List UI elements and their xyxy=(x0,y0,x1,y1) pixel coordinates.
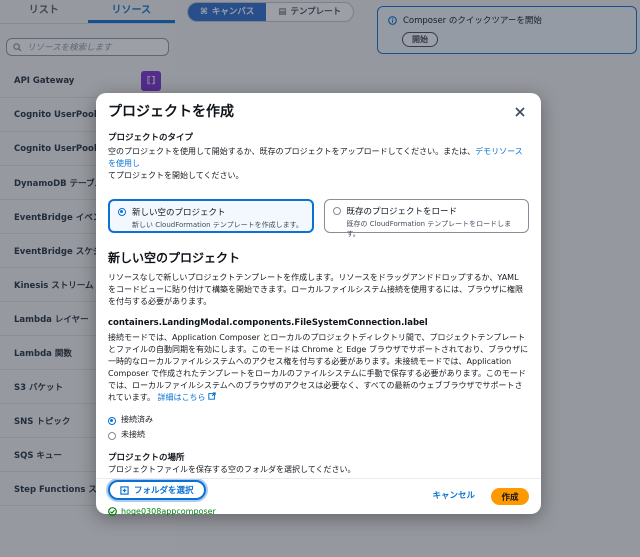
tile-description: 既存の CloudFormation テンプレートをロードします。 xyxy=(346,220,512,238)
type-desc-text: 空のプロジェクトを使用して開始するか、既存のプロジェクトをアップロードしてくださ… xyxy=(108,147,476,156)
tile-title: 新しい空のプロジェクト xyxy=(132,208,226,218)
project-type-description: 空のプロジェクトを使用して開始するか、既存のプロジェクトをアップロードしてくださ… xyxy=(108,146,529,182)
mode-label: 未接続 xyxy=(121,430,145,439)
cancel-button[interactable]: キャンセル xyxy=(432,488,475,504)
close-icon xyxy=(515,107,525,117)
radio-new-empty-project[interactable] xyxy=(118,208,126,216)
connection-description: 接続モードでは、Application Composer とローカルのプロジェク… xyxy=(108,332,529,404)
create-button[interactable]: 作成 xyxy=(491,488,529,505)
radio-disconnected[interactable] xyxy=(108,431,116,440)
tile-new-empty-project[interactable]: 新しい空のプロジェクト 新しい CloudFormation テンプレートを作成… xyxy=(108,199,314,233)
close-button[interactable] xyxy=(511,103,529,121)
connection-label: containers.LandingModal.components.FileS… xyxy=(108,318,428,328)
connection-mode-radios: 接続済み 未接続 xyxy=(108,414,529,440)
mode-disconnected[interactable]: 未接続 xyxy=(108,429,529,440)
connection-desc-text: 接続モードでは、Application Composer とローカルのプロジェク… xyxy=(108,333,529,402)
external-link-icon xyxy=(208,392,216,400)
tile-description: 新しい CloudFormation テンプレートを作成します。 xyxy=(132,221,303,229)
type-desc-text-continued: てプロジェクトを開始してください。 xyxy=(108,171,244,180)
project-type-heading: プロジェクトのタイプ xyxy=(108,133,194,143)
tile-title: 既存のプロジェクトをロード xyxy=(346,207,458,217)
mode-label: 接続済み xyxy=(121,415,153,424)
modal-title: プロジェクトを作成 xyxy=(108,104,234,120)
modal-footer: キャンセル 作成 xyxy=(96,478,541,514)
learn-more-label: 詳細はこちら xyxy=(157,393,206,402)
mode-connected[interactable]: 接続済み xyxy=(108,414,529,425)
project-location-description: プロジェクトファイルを保存する空のフォルダを選択してください。 xyxy=(108,465,356,474)
new-project-description: リソースなしで新しいプロジェクトテンプレートを作成します。リソースをドラッグアン… xyxy=(108,273,523,306)
new-project-heading: 新しい空のプロジェクト xyxy=(108,251,241,265)
learn-more-link[interactable]: 詳細はこちら xyxy=(157,392,217,402)
create-project-modal: プロジェクトを作成 プロジェクトのタイプ 空のプロジェクトを使用して開始するか、… xyxy=(96,93,541,516)
radio-connected[interactable] xyxy=(108,416,116,425)
radio-load-existing-project[interactable] xyxy=(332,207,341,215)
project-location-heading: プロジェクトの場所 xyxy=(108,453,185,463)
tile-load-existing-project[interactable]: 既存のプロジェクトをロード 既存の CloudFormation テンプレートを… xyxy=(323,199,529,238)
project-type-tiles: 新しい空のプロジェクト 新しい CloudFormation テンプレートを作成… xyxy=(108,199,529,238)
